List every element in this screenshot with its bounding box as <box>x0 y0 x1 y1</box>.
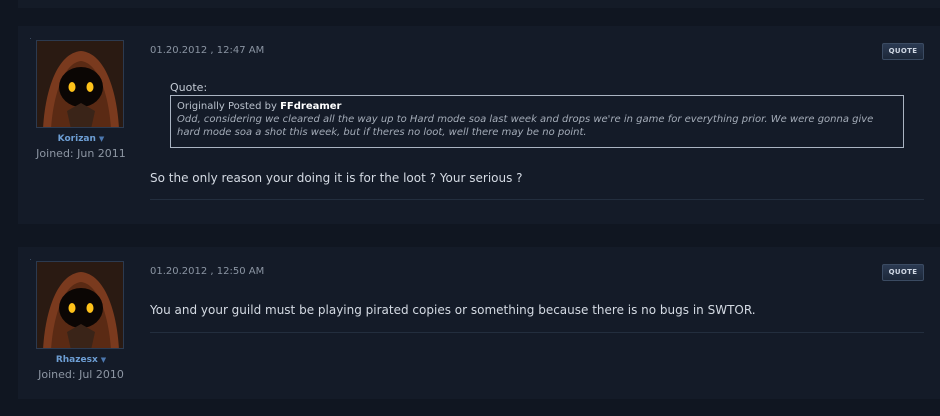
quote-attribution: Originally Posted by FFdreamer <box>177 100 897 113</box>
forum-post: Korizan ▼ Joined: Jun 2011 01.20.2012 , 1… <box>18 26 940 224</box>
quote-button[interactable]: QUOTE <box>882 264 924 281</box>
avatar[interactable] <box>36 40 124 128</box>
jawa-avatar-icon <box>37 262 123 348</box>
post-message: You and your guild must be playing pirat… <box>150 303 756 317</box>
username-link[interactable]: Korizan ▼ <box>18 134 144 144</box>
post-corner-dot <box>30 38 31 39</box>
username-link[interactable]: Rhazesx ▼ <box>18 355 144 365</box>
username-text[interactable]: Korizan <box>58 134 96 144</box>
quote-author[interactable]: FFdreamer <box>280 101 341 112</box>
post-divider <box>150 332 924 333</box>
post-corner-dot <box>30 259 31 260</box>
quote-label: Quote: <box>170 81 208 94</box>
quote-prefix: Originally Posted by <box>177 101 277 112</box>
post-divider <box>150 199 924 200</box>
caret-down-icon[interactable]: ▼ <box>101 356 106 364</box>
quote-button[interactable]: QUOTE <box>882 43 924 60</box>
post-message: So the only reason your doing it is for … <box>150 171 523 185</box>
username-text[interactable]: Rhazesx <box>56 355 98 365</box>
avatar[interactable] <box>36 261 124 349</box>
quote-box: Originally Posted by FFdreamer Odd, cons… <box>170 95 904 148</box>
post-date: 01.20.2012 , 12:50 AM <box>150 266 265 277</box>
previous-post-footer <box>18 0 940 8</box>
jawa-avatar-icon <box>37 41 123 127</box>
quote-text: Odd, considering we cleared all the way … <box>177 114 874 138</box>
post-date: 01.20.2012 , 12:47 AM <box>150 45 265 56</box>
forum-post: Rhazesx ▼ Joined: Jul 2010 01.20.2012 , 1… <box>18 247 940 399</box>
join-date: Joined: Jul 2010 <box>38 368 124 381</box>
caret-down-icon[interactable]: ▼ <box>99 135 104 143</box>
join-date: Joined: Jun 2011 <box>36 147 126 160</box>
